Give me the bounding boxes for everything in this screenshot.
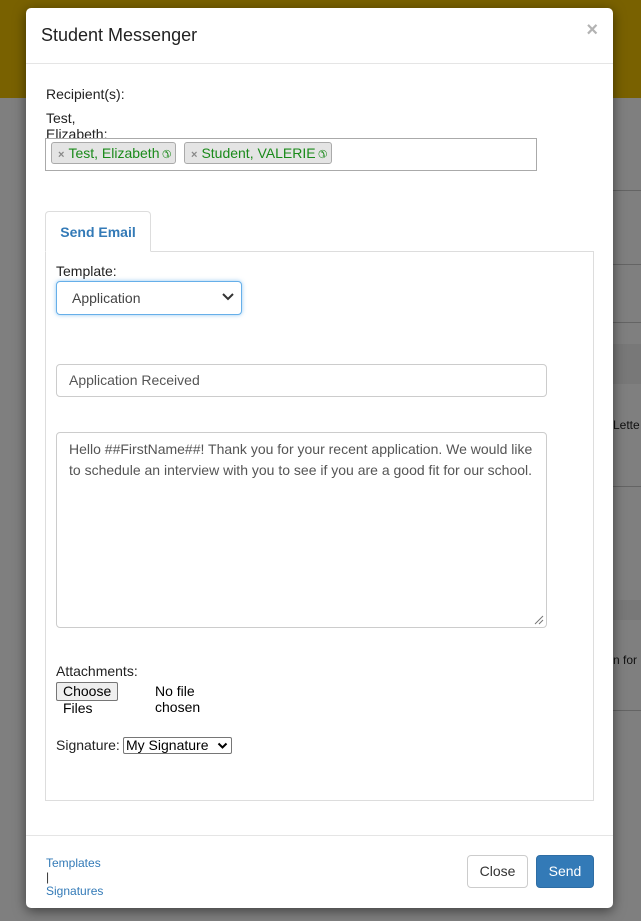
close-icon[interactable]: × bbox=[586, 20, 598, 40]
chevron-down-icon bbox=[217, 742, 228, 749]
phone-icon: ✆ bbox=[161, 149, 171, 161]
resize-grip-icon[interactable] bbox=[534, 615, 544, 625]
footer-links: Templates | Signatures bbox=[46, 856, 103, 898]
message-body-textarea[interactable]: Hello ##FirstName##! Thank you for your … bbox=[56, 432, 547, 628]
recipient-tag-label: Test, Elizabeth bbox=[68, 145, 160, 161]
signature-select[interactable]: My Signature bbox=[123, 737, 232, 754]
phone-icon: ✆ bbox=[317, 149, 327, 161]
link-separator: | bbox=[46, 870, 50, 884]
signatures-link[interactable]: Signatures bbox=[46, 884, 103, 898]
recipients-tag-input[interactable]: × Test, Elizabeth ✆ × Student, VALERIE ✆ bbox=[45, 138, 537, 171]
subject-input[interactable]: Application Received bbox=[56, 364, 547, 397]
chevron-down-icon bbox=[222, 293, 234, 301]
signature-selected-value: My Signature bbox=[126, 737, 209, 753]
remove-tag-icon[interactable]: × bbox=[191, 149, 197, 161]
template-selected-value: Application bbox=[72, 290, 141, 306]
file-status-text: No file chosen bbox=[155, 683, 201, 715]
recipient-tag: × Student, VALERIE ✆ bbox=[184, 142, 332, 164]
message-body-text: Hello ##FirstName##! Thank you for your … bbox=[69, 441, 533, 478]
attachments-label: Attachments: bbox=[56, 663, 138, 679]
close-button[interactable]: Close bbox=[467, 855, 528, 888]
recipients-label: Recipient(s): bbox=[46, 86, 125, 102]
send-button[interactable]: Send bbox=[536, 855, 594, 888]
remove-tag-icon[interactable]: × bbox=[58, 149, 64, 161]
signature-label: Signature: bbox=[56, 737, 120, 753]
choose-files-button[interactable]: Choose Files bbox=[56, 682, 119, 716]
templates-link[interactable]: Templates bbox=[46, 856, 101, 870]
template-label: Template: bbox=[56, 263, 117, 279]
recipient-tag-label: Student, VALERIE bbox=[201, 145, 316, 161]
modal-header: Student Messenger × bbox=[26, 8, 613, 64]
recipient-tag: × Test, Elizabeth ✆ bbox=[51, 142, 176, 164]
template-select[interactable]: Application bbox=[56, 281, 242, 315]
modal-title: Student Messenger bbox=[41, 25, 198, 45]
tab-send-email[interactable]: Send Email bbox=[45, 211, 151, 252]
